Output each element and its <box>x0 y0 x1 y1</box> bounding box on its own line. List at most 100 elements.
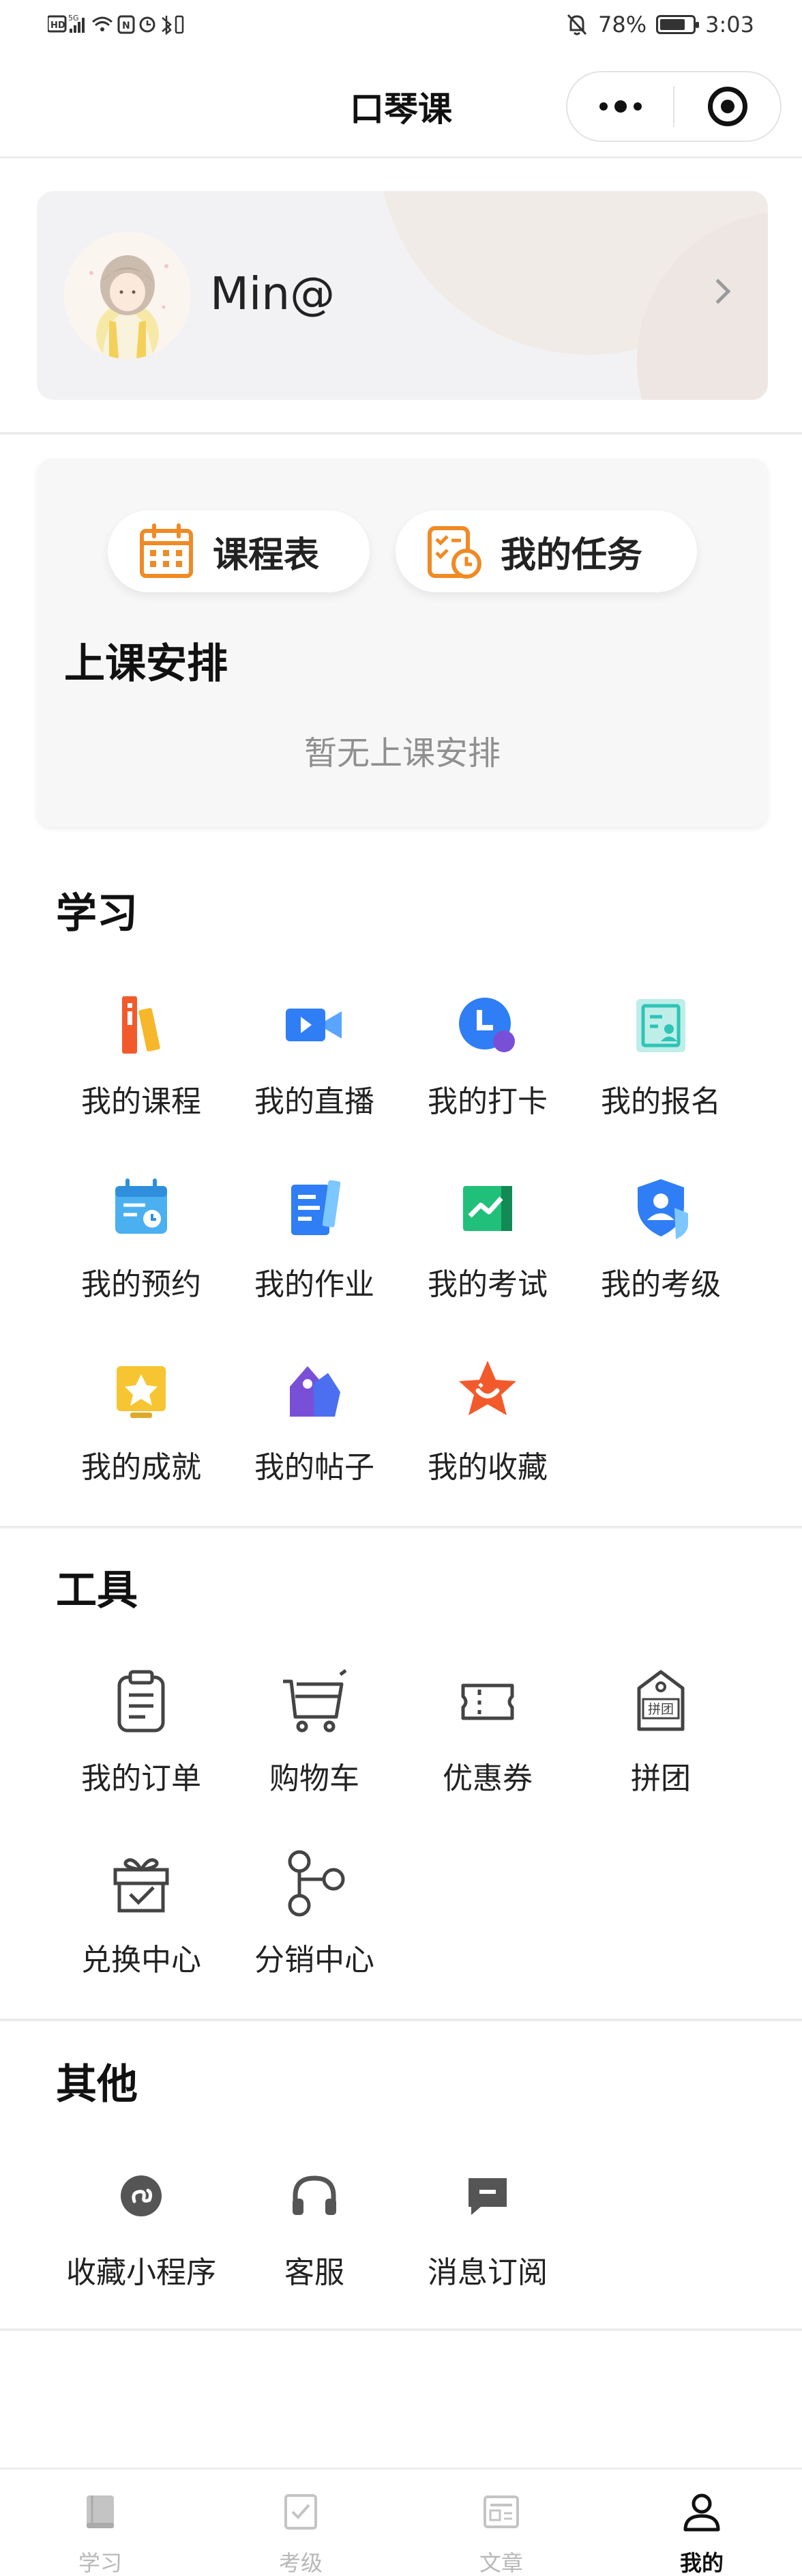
grid-item-my-reservation[interactable]: 我的预约 <box>55 1174 228 1310</box>
svg-text:N: N <box>122 20 130 31</box>
grid-item-label: 我的作业 <box>254 1267 374 1302</box>
grid-item-my-courses[interactable]: 我的课程 <box>55 991 228 1127</box>
clipboard-order-icon <box>117 1670 165 1733</box>
grid-item-label: 我的帖子 <box>254 1450 374 1485</box>
grid-item-my-checkin[interactable]: 我的打卡 <box>401 991 574 1127</box>
schedule-title: 上课安排 <box>64 640 228 688</box>
video-camera-icon <box>286 1009 342 1041</box>
homework-icon <box>291 1180 341 1235</box>
grid-item-label: 我的订单 <box>81 1761 201 1796</box>
grid-item-my-orders[interactable]: 我的订单 <box>55 1668 228 1804</box>
task-clock-icon <box>428 526 481 579</box>
more-menu-button[interactable] <box>567 72 673 141</box>
grid-item-coupons[interactable]: 优惠券 <box>401 1668 574 1804</box>
grid-item-my-signup[interactable]: 我的报名 <box>574 991 747 1127</box>
grid-item-my-favorites[interactable]: 我的收藏 <box>401 1357 574 1493</box>
my-tasks-button[interactable]: 我的任务 <box>396 510 697 592</box>
books-icon <box>122 996 160 1054</box>
grid-item-label: 分销中心 <box>254 1943 374 1978</box>
tab-grade[interactable]: 考级 <box>233 2490 369 2576</box>
section-title-study: 学习 <box>56 890 138 938</box>
signal-icon: HD 5G N <box>48 14 184 35</box>
trophy-icon <box>117 1366 166 1418</box>
more-dot-icon <box>633 102 642 111</box>
tab-label: 学习 <box>78 2550 122 2576</box>
section-divider <box>0 2328 802 2331</box>
battery-percent: 78% <box>598 12 647 38</box>
nav-bar: 口琴课 <box>0 55 802 158</box>
section-title-tools: 工具 <box>56 1567 138 1615</box>
group-buy-tag-icon: 拼团 <box>637 1670 685 1731</box>
checkbox-icon <box>284 2494 317 2530</box>
grid-item-label: 我的预约 <box>81 1267 201 1302</box>
timetable-label: 课程表 <box>213 534 320 576</box>
tag-post-icon <box>290 1366 340 1417</box>
username: Min@ <box>210 267 336 320</box>
grid-item-label: 消息订阅 <box>428 2255 548 2290</box>
book-icon <box>87 2495 114 2528</box>
mute-bell-icon <box>567 14 587 35</box>
clock-check-icon <box>459 998 515 1052</box>
status-indicators: HD 5G N <box>48 10 184 40</box>
svg-text:5G: 5G <box>68 14 79 23</box>
mini-program-icon <box>121 2175 162 2216</box>
message-icon <box>469 2178 507 2215</box>
grid-item-favorite-mini-program[interactable]: 收藏小程序 <box>55 2162 228 2298</box>
grid-item-label: 我的成就 <box>81 1450 201 1485</box>
grid-item-label: 我的直播 <box>254 1084 374 1119</box>
tab-label: 我的 <box>679 2550 724 2576</box>
tab-articles[interactable]: 文章 <box>433 2490 569 2576</box>
grid-item-label: 收藏小程序 <box>66 2255 216 2290</box>
grid-item-shopping-cart[interactable]: 购物车 <box>228 1668 401 1804</box>
grid-item-group-buy[interactable]: 拼团 拼团 <box>574 1668 747 1804</box>
shield-user-icon <box>638 1179 688 1239</box>
tab-label: 文章 <box>479 2550 523 2576</box>
grid-item-my-posts[interactable]: 我的帖子 <box>228 1357 401 1493</box>
close-mini-program-button[interactable] <box>674 72 780 141</box>
avatar-illustration-icon <box>64 232 191 359</box>
grid-item-label: 兑换中心 <box>81 1943 201 1978</box>
article-icon <box>484 2495 519 2528</box>
grid-item-redeem-center[interactable]: 兑换中心 <box>55 1849 228 1986</box>
grid-item-my-exam[interactable]: 我的考试 <box>401 1174 574 1310</box>
section-title-other: 其他 <box>56 2061 138 2109</box>
section-divider <box>0 432 802 435</box>
avatar[interactable] <box>64 232 191 359</box>
grid-item-label: 优惠券 <box>443 1761 533 1796</box>
tab-mine[interactable]: 我的 <box>634 2490 770 2576</box>
calendar-clock-icon <box>115 1178 167 1234</box>
profile-card[interactable]: Min@ <box>37 191 768 400</box>
grid-item-label: 我的考级 <box>601 1267 721 1302</box>
target-icon <box>707 87 747 126</box>
timetable-button[interactable]: 课程表 <box>108 510 370 592</box>
coupon-icon <box>461 1683 514 1720</box>
gift-box-icon <box>113 1858 169 1913</box>
headphones-icon <box>293 2175 336 2215</box>
grid-item-message-subscription[interactable]: 消息订阅 <box>401 2162 574 2298</box>
grid-item-label: 客服 <box>284 2255 344 2290</box>
battery-icon <box>656 15 700 34</box>
section-divider <box>0 1526 802 1529</box>
grid-item-my-grade[interactable]: 我的考级 <box>574 1174 747 1310</box>
more-dot-icon <box>599 102 608 111</box>
grid-item-my-live[interactable]: 我的直播 <box>228 991 401 1127</box>
tab-label: 考级 <box>278 2550 323 2576</box>
tab-study[interactable]: 学习 <box>32 2490 168 2576</box>
grid-item-label: 我的收藏 <box>428 1450 548 1485</box>
grid-item-customer-service[interactable]: 客服 <box>228 2162 401 2298</box>
grid-item-label: 我的考试 <box>428 1267 548 1302</box>
grid-item-my-achievement[interactable]: 我的成就 <box>55 1357 228 1493</box>
svg-text:HD: HD <box>50 20 65 31</box>
calendar-icon <box>140 523 193 578</box>
star-favorite-icon <box>459 1361 516 1415</box>
status-right: 78% 3:03 <box>565 10 754 40</box>
grid-item-distribution-center[interactable]: 分销中心 <box>228 1849 401 1986</box>
person-icon <box>683 2493 720 2532</box>
schedule-empty-text: 暂无上课安排 <box>303 734 501 772</box>
grid-item-label: 我的报名 <box>601 1084 721 1119</box>
grid-item-my-homework[interactable]: 我的作业 <box>228 1174 401 1310</box>
svg-text:拼团: 拼团 <box>648 1702 674 1717</box>
grid-item-label: 我的课程 <box>81 1084 201 1119</box>
tab-bar: 学习 考级 文章 我的 <box>0 2468 802 2576</box>
my-tasks-label: 我的任务 <box>501 534 643 576</box>
